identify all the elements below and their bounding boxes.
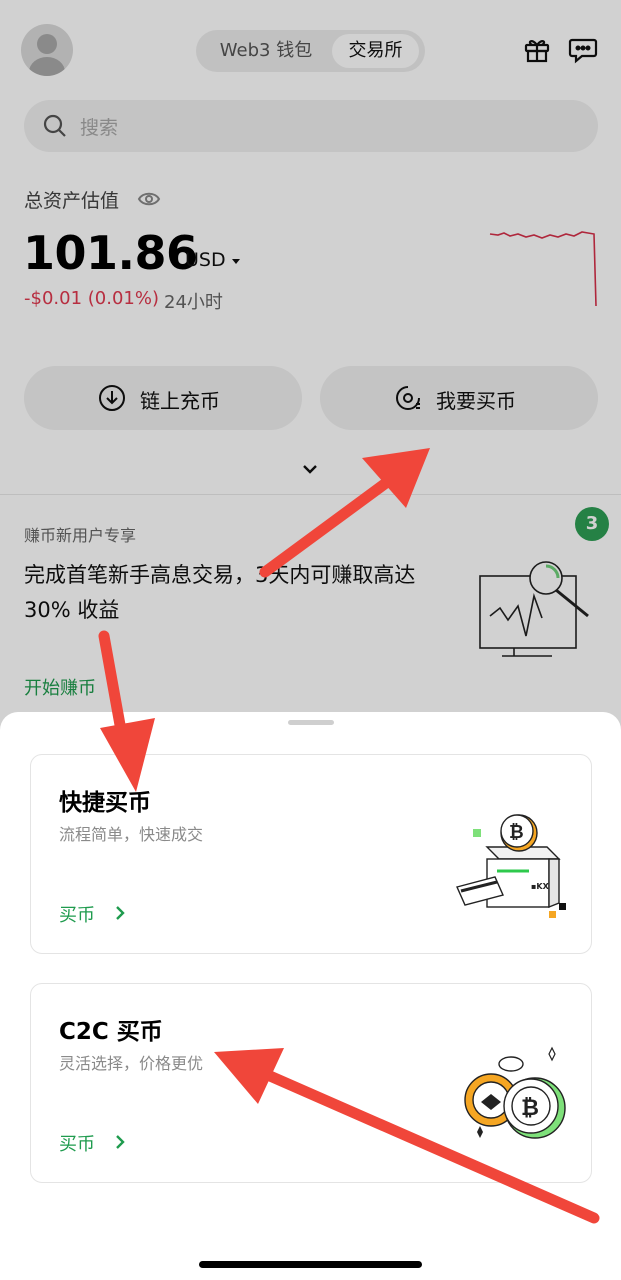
chevron-right-icon — [116, 906, 125, 920]
coins-illustration: ₿ — [464, 1046, 566, 1139]
svg-text:▪KX: ▪KX — [531, 882, 550, 891]
quick-buy-title: 快捷买币 — [59, 790, 151, 816]
c2c-buy-action[interactable]: 买币 — [59, 1130, 95, 1156]
c2c-buy-subtitle: 灵活选择，价格更优 — [59, 1054, 204, 1073]
chevron-right-icon — [116, 1135, 125, 1149]
svg-text:₿: ₿ — [509, 822, 524, 843]
quick-buy-card[interactable]: 快捷买币 流程简单，快速成交 买币 ₿ ▪KX — [30, 754, 592, 954]
c2c-buy-card[interactable]: C2C 买币 灵活选择，价格更优 买币 ₿ — [30, 983, 592, 1183]
quick-buy-subtitle: 流程简单，快速成交 — [59, 825, 204, 844]
card-payment-machine-illustration: ₿ ▪KX — [456, 814, 566, 918]
sheet-grabber[interactable] — [288, 720, 334, 725]
svg-text:₿: ₿ — [521, 1096, 539, 1121]
home-indicator[interactable] — [199, 1261, 422, 1268]
quick-buy-action[interactable]: 买币 — [59, 901, 95, 927]
c2c-buy-title: C2C 买币 — [59, 1019, 163, 1045]
